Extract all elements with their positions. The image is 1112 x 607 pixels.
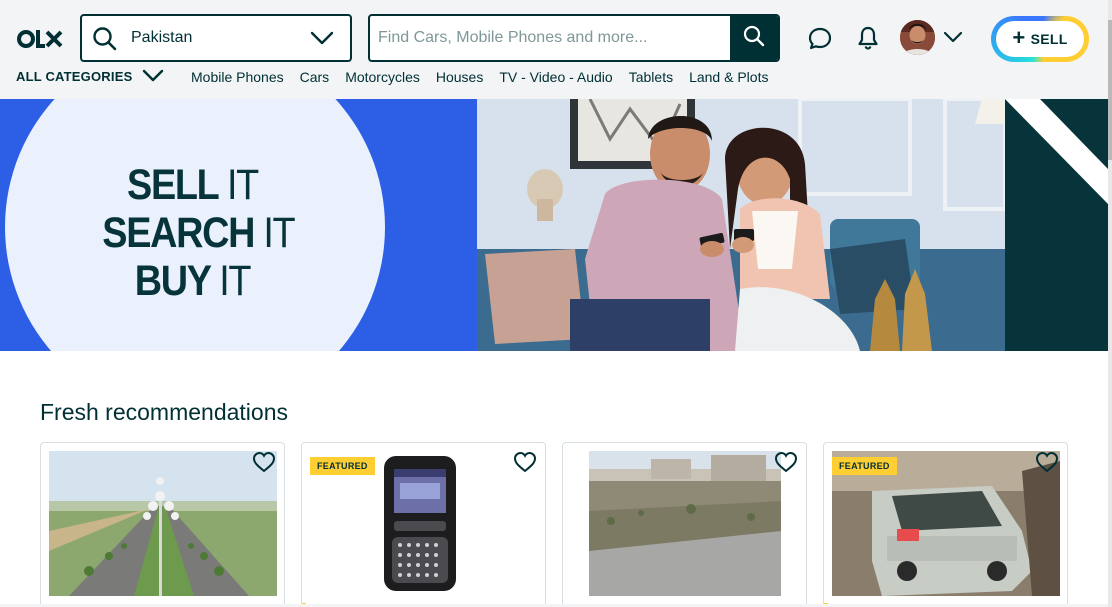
hero-slogan: SELL IT SEARCH IT BUY IT [90, 161, 295, 305]
plus-icon: + [1012, 25, 1026, 50]
scrollbar-thumb[interactable] [1108, 20, 1112, 160]
hero-line-buy: BUY IT [134, 257, 252, 305]
chevron-down-icon[interactable] [942, 28, 964, 51]
all-categories-label: ALL CATEGORIES [16, 69, 133, 84]
chat-icon[interactable] [807, 26, 833, 55]
search-button[interactable] [730, 16, 778, 60]
featured-badge: FEATURED [310, 457, 375, 475]
bell-icon[interactable] [856, 25, 880, 56]
heart-icon[interactable] [252, 451, 276, 478]
hero-line-sell: SELL IT [127, 161, 259, 209]
category-link-mobile-phones[interactable]: Mobile Phones [183, 69, 292, 85]
category-link-land-plots[interactable]: Land & Plots [681, 69, 776, 85]
olx-logo[interactable] [17, 26, 65, 52]
section-title: Fresh recommendations [40, 399, 288, 425]
sell-button[interactable]: + SELL [991, 16, 1089, 62]
chevron-down-icon [142, 68, 164, 85]
category-link-motorcycles[interactable]: Motorcycles [337, 69, 428, 85]
search-bar [368, 14, 780, 62]
category-nav: Mobile Phones Cars Motorcycles Houses TV… [183, 69, 776, 85]
search-icon [743, 25, 765, 52]
location-selector[interactable]: Pakistan [80, 14, 352, 62]
listing-image-plot [571, 451, 799, 596]
hero-line-search: SEARCH IT [102, 209, 295, 257]
header: Pakistan + SELL [0, 0, 1108, 100]
chevron-down-icon [310, 28, 334, 53]
category-link-houses[interactable]: Houses [428, 69, 491, 85]
category-link-tablets[interactable]: Tablets [621, 69, 681, 85]
sell-label: SELL [1030, 31, 1068, 47]
listing-card[interactable]: FEATURED [301, 442, 546, 607]
hero-banner[interactable]: SELL IT SEARCH IT BUY IT [0, 99, 1108, 351]
heart-icon[interactable] [513, 451, 537, 478]
category-link-tv-video-audio[interactable]: TV - Video - Audio [491, 69, 620, 85]
all-categories-dropdown[interactable]: ALL CATEGORIES [16, 68, 164, 85]
location-value: Pakistan [131, 29, 193, 46]
search-icon [92, 26, 118, 57]
category-link-cars[interactable]: Cars [292, 69, 338, 85]
featured-badge: FEATURED [832, 457, 897, 475]
heart-icon[interactable] [1035, 451, 1059, 478]
listing-card[interactable] [40, 442, 285, 607]
listing-image-highway [49, 451, 277, 596]
avatar[interactable] [900, 20, 935, 55]
listing-card[interactable]: FEATURED [823, 442, 1068, 607]
page-scrollbar[interactable] [1108, 0, 1112, 607]
heart-icon[interactable] [774, 451, 798, 478]
search-input[interactable] [370, 16, 732, 60]
listing-card[interactable] [562, 442, 807, 607]
